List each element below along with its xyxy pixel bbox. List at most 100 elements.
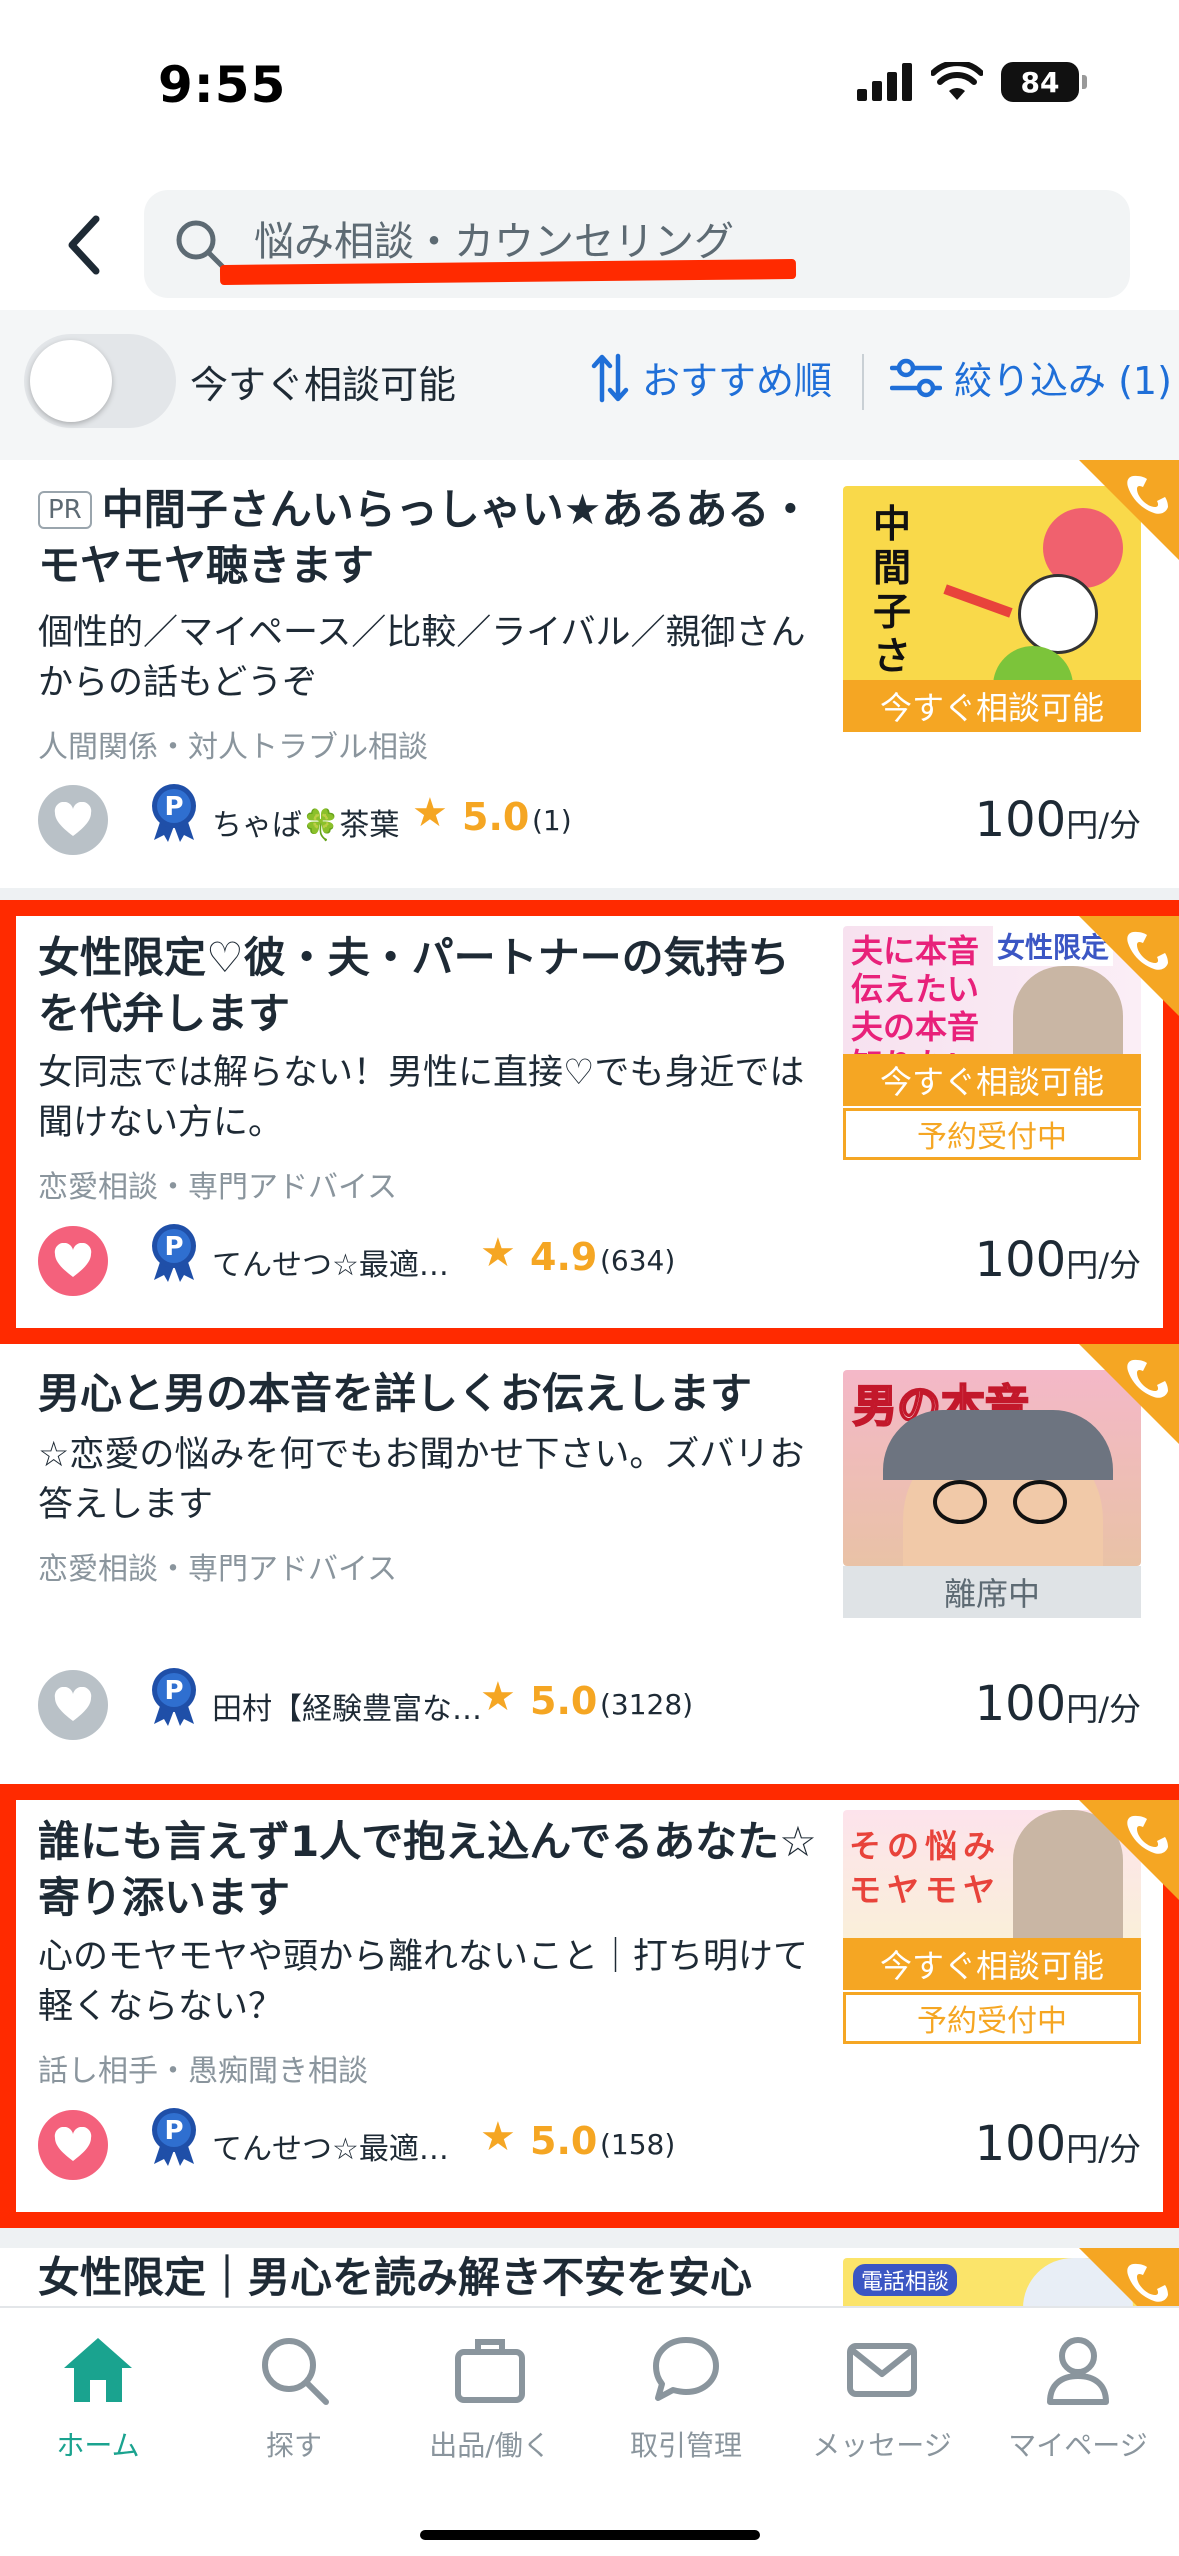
card-separator [0,2228,1179,2248]
card-description: 個性的／マイペース／比較／ライバル／親御さんからの話もどうぞ [38,613,806,703]
mail-icon [847,2343,917,2397]
card-description: 心のモヤモヤや頭から離れないこと｜打ち明けて軽くならない？ [38,1937,809,2027]
phone-consult-corner [1079,916,1179,1016]
seller-name: てんせつ☆最適… [212,2132,449,2167]
card-description: 女同志では解らない！男性に直接♡でも身近では聞けない方に。 [38,1053,805,1143]
platinum-seller-badge: P [152,1224,196,1282]
toggle-knob [30,340,112,422]
review-count: (634) [600,1244,676,1277]
sort-label: おすすめ順 [642,359,833,403]
status-bar: 9:55 84 [0,0,1179,170]
sliders-icon [890,358,942,397]
heart-icon [54,1687,92,1721]
seller-name: てんせつ☆最適… [212,1248,449,1283]
seller-name: 田村【経験豊富な… [212,1692,482,1727]
nav-sell-work[interactable]: 出品/働く [392,2330,588,2480]
service-card[interactable]: 男心と男の本音を詳しくお伝えします ☆恋愛の悩みを何でもお聞かせ下さい。ズバリお… [0,1344,1179,1784]
away-status: 離席中 [843,1566,1141,1618]
card-category: 人間関係・対人トラブル相談 [38,730,428,765]
bottom-navigation: ホーム 探す 出品/働く 取引管理 メッセージ マイページ [0,2306,1179,2556]
nav-label: ホーム [56,2429,140,2462]
price: 100円/分 [974,1232,1141,1288]
platinum-seller-badge: P [152,2108,196,2166]
svg-text:P: P [164,2116,183,2146]
filter-divider [862,354,864,410]
card-title: 誰にも言えず1人で抱え込んでるあなた☆寄り添います [38,1817,817,1922]
star-icon: ★ [412,790,448,836]
card-title: PR 中間子さんいらっしゃい★あるある・モヤモヤ聴きます [38,485,812,590]
nav-messages[interactable]: メッセージ [784,2330,980,2480]
svg-text:P: P [164,1676,183,1706]
review-count: (3128) [600,1688,694,1721]
nav-label: 取引管理 [629,2429,742,2462]
home-icon [64,2338,132,2402]
thumbnail-tag: 電話相談 [853,2264,958,2296]
favorite-button[interactable] [38,2110,108,2180]
sort-arrows-icon [591,353,629,402]
service-card[interactable]: 女性限定♡彼・夫・パートナーの気持ちを代弁します 女同志では解らない！男性に直接… [0,900,1179,1344]
battery-indicator: 84 [1001,62,1087,102]
search-header: 悩み相談・カウンセリング [0,170,1179,310]
review-count: (158) [600,2128,676,2161]
available-now-toggle[interactable] [24,334,176,428]
available-now-status: 今すぐ相談可能 [843,680,1141,732]
service-card[interactable]: PR 中間子さんいらっしゃい★あるある・モヤモヤ聴きます 個性的／マイペース／比較… [0,460,1179,888]
status-time: 9:55 [158,56,287,114]
card-title: 女性限定｜男心を読み解き不安を安心 [38,2253,753,2302]
rating-value: 4.9 [530,1235,598,1279]
phone-consult-corner [1079,460,1179,560]
seller-name: ちゃば🍀茶葉 [212,808,400,843]
card-description: ☆恋愛の悩みを何でもお聞かせ下さい。ズバリお答えします [38,1435,805,1525]
price: 100円/分 [974,792,1141,848]
search-icon [262,2338,329,2405]
home-indicator [420,2530,760,2540]
chevron-left-icon [68,215,100,275]
card-category: 恋愛相談・専門アドバイス [38,1170,398,1205]
reservation-status: 予約受付中 [843,1108,1141,1160]
nav-label: メッセージ [812,2429,952,2462]
nav-label: マイページ [1008,2429,1148,2462]
nav-home[interactable]: ホーム [0,2330,196,2480]
back-button[interactable] [54,210,114,280]
nav-mypage[interactable]: マイページ [980,2330,1176,2480]
sort-button[interactable]: おすすめ順 [590,350,832,405]
svg-text:P: P [164,1232,183,1262]
nav-transactions[interactable]: 取引管理 [588,2330,784,2480]
star-icon: ★ [480,1230,516,1276]
nav-label: 探す [265,2429,322,2462]
card-title: 男心と男の本音を詳しくお伝えします [38,1369,753,1418]
reservation-status: 予約受付中 [843,1992,1141,2044]
price: 100円/分 [974,1676,1141,1732]
card-category: 話し相手・愚痴聞き相談 [38,2054,368,2089]
price: 100円/分 [974,2116,1141,2172]
available-now-status: 今すぐ相談可能 [843,1938,1141,1990]
nav-search[interactable]: 探す [196,2330,392,2480]
filter-bar: 今すぐ相談可能 おすすめ順 絞り込み (1) [0,310,1179,460]
rating-value: 5.0 [462,795,530,839]
heart-icon [54,802,92,836]
card-category: 恋愛相談・専門アドバイス [38,1552,398,1587]
thumbnail-text: その悩み モヤモヤ [849,1827,1002,1909]
available-now-label: 今すぐ相談可能 [190,363,457,407]
phone-consult-corner [1079,1344,1179,1444]
star-icon: ★ [480,2114,516,2160]
heart-icon [54,2127,92,2161]
briefcase-icon [455,2339,525,2403]
favorite-button[interactable] [38,1226,108,1296]
favorite-button[interactable] [38,785,108,855]
favorite-button[interactable] [38,1670,108,1740]
rating-value: 5.0 [530,1679,598,1723]
rating-value: 5.0 [530,2119,598,2163]
platinum-seller-badge: P [152,784,196,842]
phone-consult-corner [1079,1800,1179,1900]
phone-consult-corner [1079,2248,1179,2308]
heart-icon [54,1243,92,1277]
service-card[interactable]: 誰にも言えず1人で抱え込んでるあなた☆寄り添います 心のモヤモヤや頭から離れない… [0,1784,1179,2228]
svg-text:P: P [164,792,183,822]
refine-button[interactable]: 絞り込み (1) [890,350,1172,405]
star-icon: ★ [480,1674,516,1720]
service-card[interactable]: 女性限定｜男心を読み解き不安を安心 電話相談 [0,2248,1179,2308]
status-icons: 84 [857,62,1087,102]
refine-label: 絞り込み (1) [954,359,1172,403]
person-icon [1047,2337,1109,2405]
